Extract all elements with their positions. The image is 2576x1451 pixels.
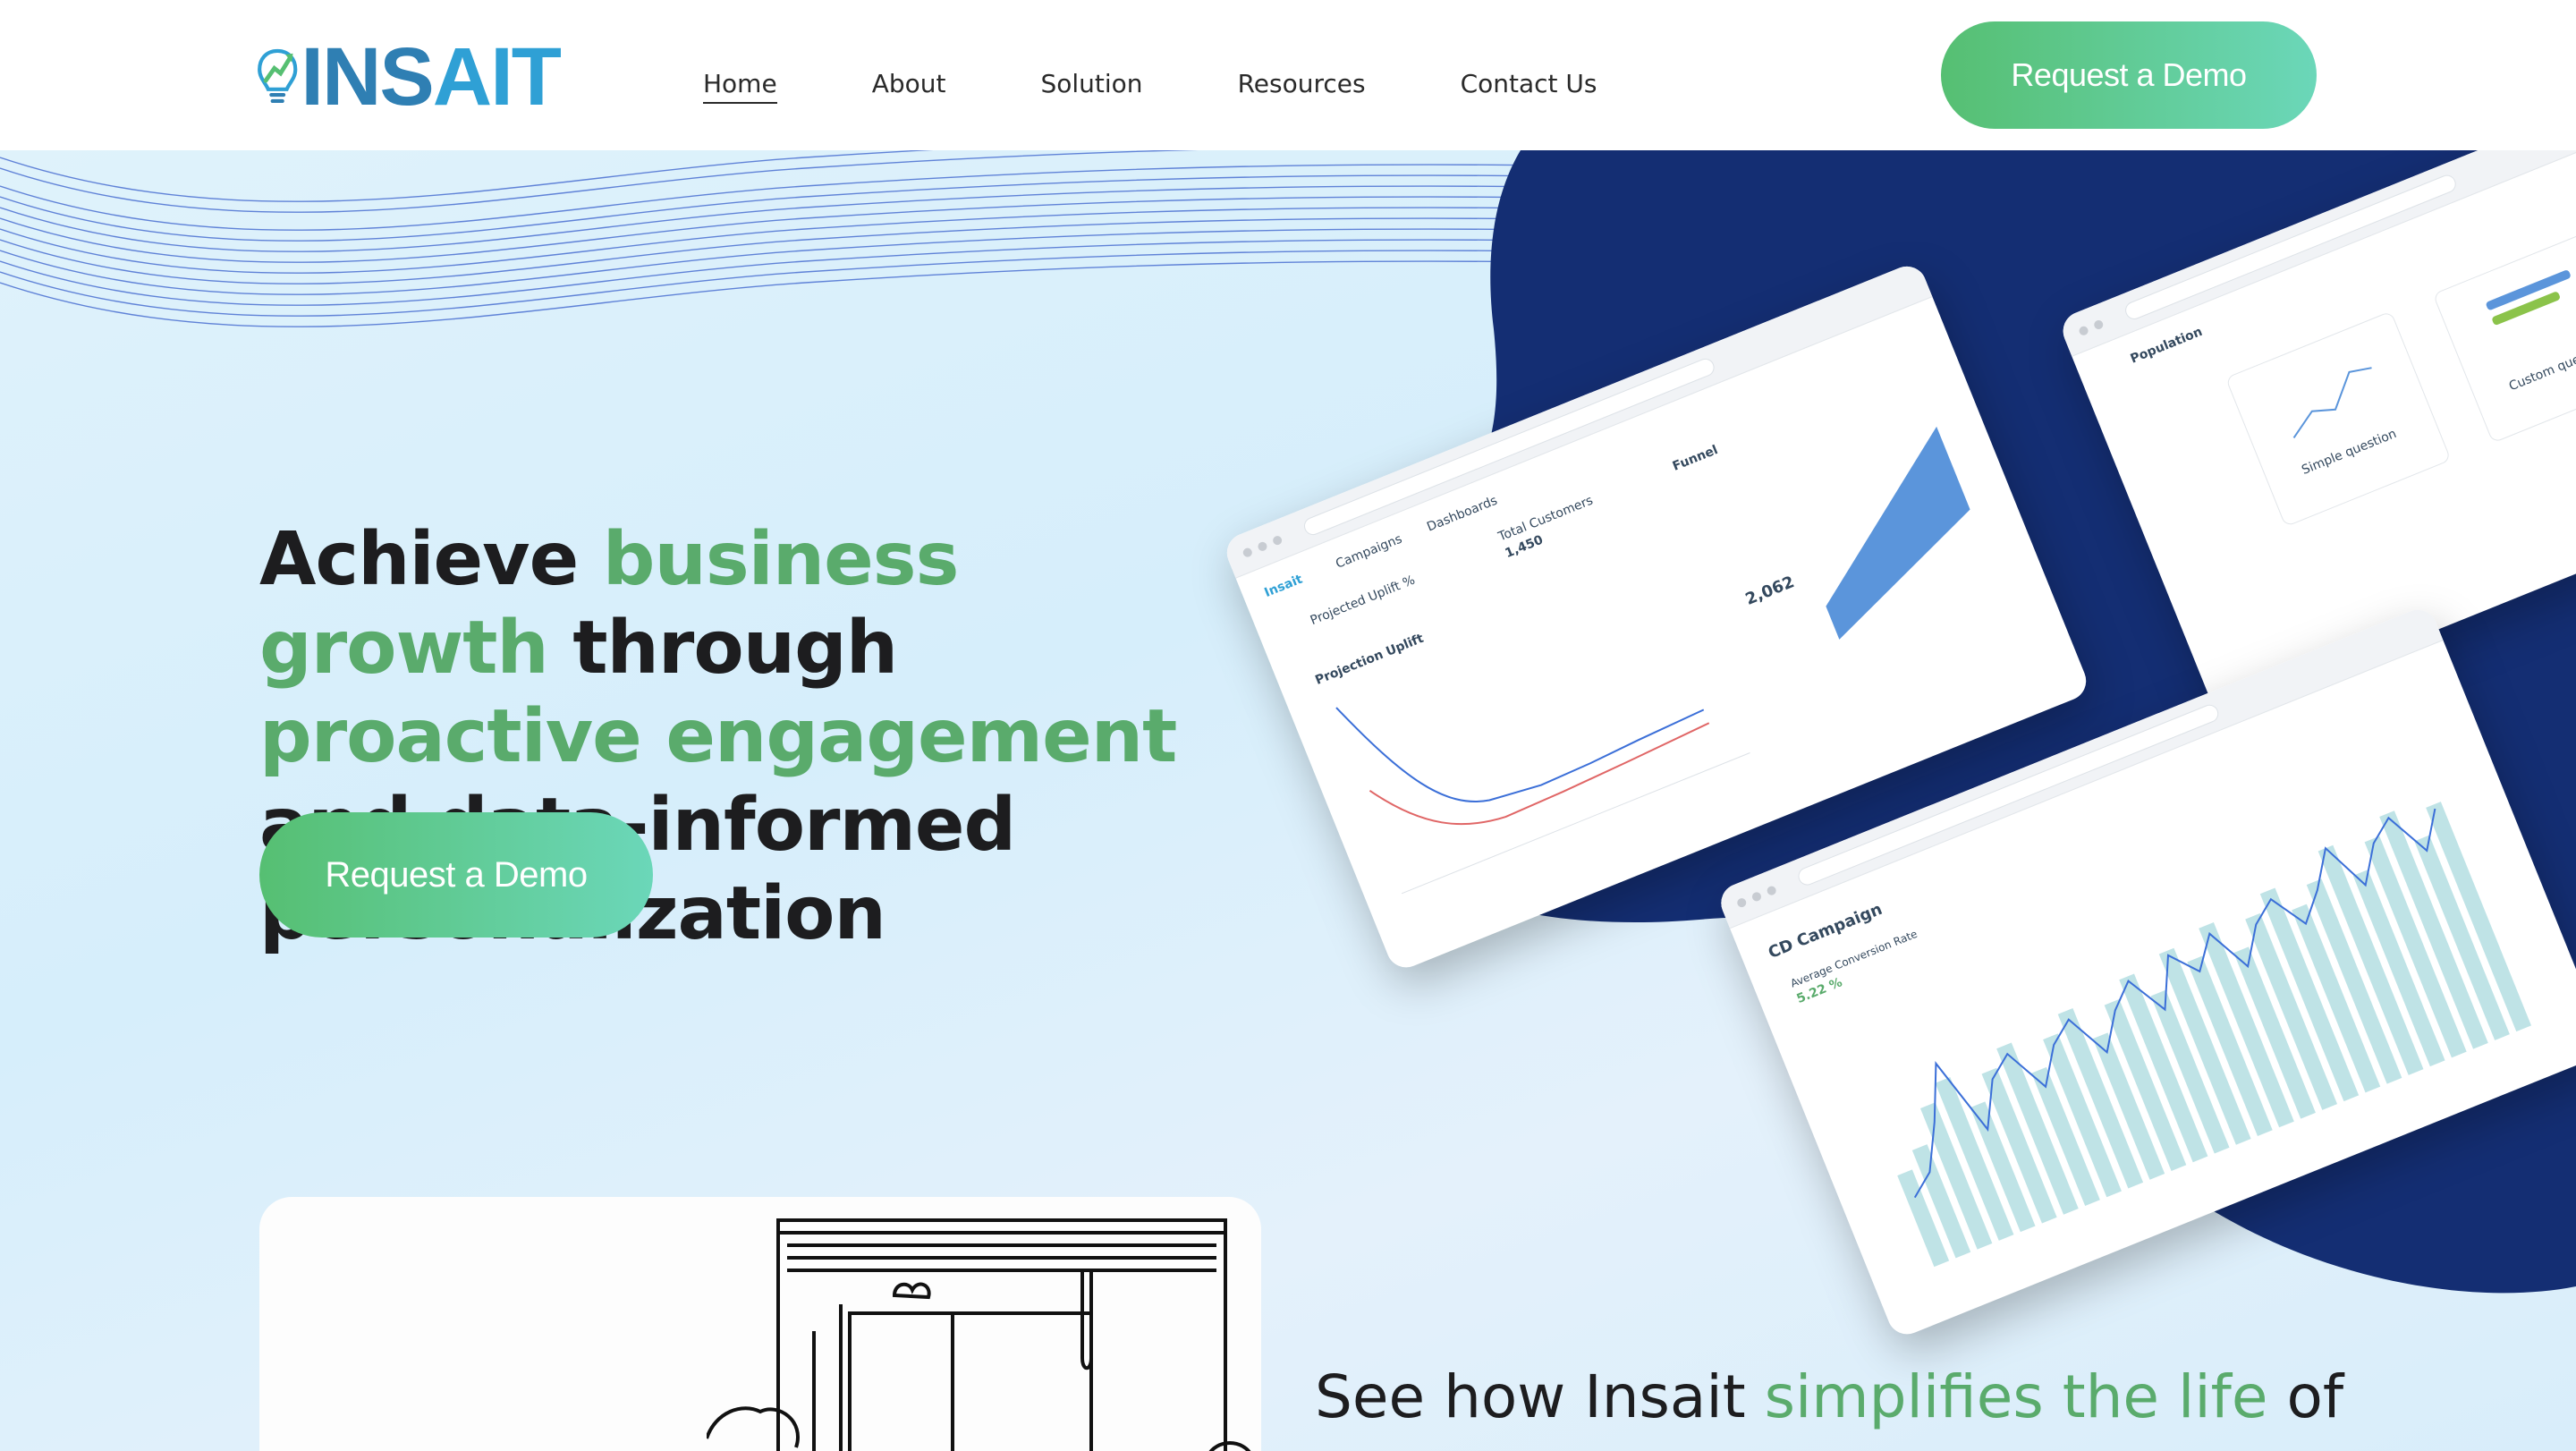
window-dot-icon (1735, 896, 1748, 909)
site-header: INSAIT Home About Solution Resources Con… (0, 0, 2576, 150)
dashboard-tab-campaigns: Campaigns (1334, 531, 1404, 572)
lightbulb-growth-icon (258, 48, 298, 104)
simple-question-card: Simple question (2224, 310, 2452, 528)
explainer-video-card[interactable] (259, 1197, 1261, 1451)
line-chart-icon (2292, 367, 2372, 439)
headline-part-2: through (547, 606, 898, 691)
window-dot-icon (1750, 890, 1763, 903)
funnel-chart (1826, 426, 1970, 640)
nav-solution[interactable]: Solution (1040, 66, 1142, 104)
window-dot-icon (2077, 324, 2089, 336)
logo-text-ins: INS (301, 31, 434, 123)
window-dot-icon (1271, 534, 1284, 547)
insait-logo[interactable]: INSAIT (256, 29, 562, 125)
custom-question-label: Custom question (2506, 341, 2576, 395)
funnel-title: Funnel (1670, 443, 1720, 474)
nav-resources[interactable]: Resources (1238, 66, 1366, 104)
subheading-highlight: simplifies the life (1764, 1362, 2268, 1431)
window-dot-icon (1256, 539, 1268, 552)
window-dot-icon (2092, 318, 2105, 331)
headline-highlight-2: proactive engagement (259, 694, 1177, 779)
projected-uplift-label: Projected Uplift % (1308, 573, 1418, 629)
headline-part-1: Achieve (259, 517, 603, 602)
logo-wordmark: INSAIT (301, 36, 562, 118)
header-request-demo-button[interactable]: Request a Demo (1941, 21, 2317, 129)
custom-question-card: Custom question (2432, 226, 2576, 444)
nav-about[interactable]: About (872, 66, 946, 104)
subheading-part-1: See how Insait (1315, 1362, 1765, 1431)
window-dot-icon (1241, 546, 1254, 558)
population-title: Population (2128, 324, 2205, 367)
dashboard-brand: Insait (1262, 572, 1305, 601)
dashboard-tab-dashboards: Dashboards (1425, 493, 1500, 535)
main-navigation: Home About Solution Resources Contact Us (703, 66, 1691, 104)
total-customers-label: Total Customers (1496, 493, 1596, 545)
logo-text-ait: AIT (432, 31, 562, 123)
window-dot-icon (1765, 884, 1777, 896)
section-subheading: See how Insait simplifies the life of (1315, 1362, 2567, 1432)
nav-home[interactable]: Home (703, 66, 777, 104)
nav-contact-us[interactable]: Contact Us (1461, 66, 1597, 104)
hero-request-demo-button[interactable]: Request a Demo (259, 812, 653, 938)
subheading-part-2: of (2267, 1362, 2344, 1431)
window-sketch-illustration (707, 1218, 1251, 1451)
